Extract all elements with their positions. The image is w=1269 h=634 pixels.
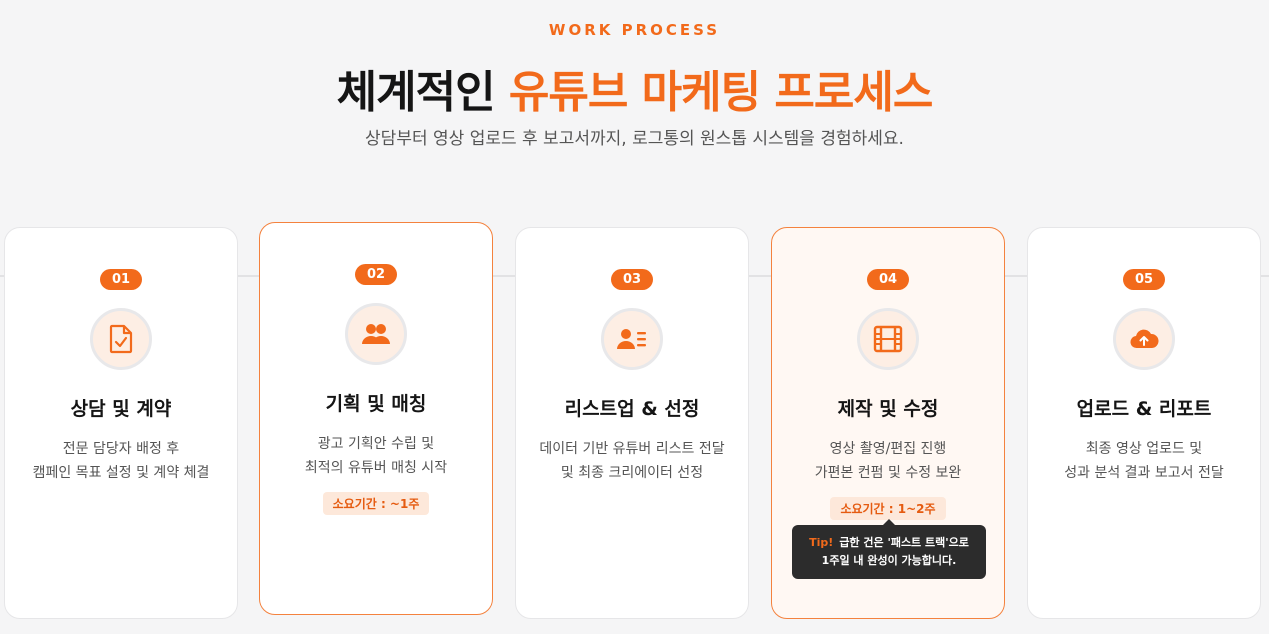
step-number-badge: 04: [867, 269, 909, 290]
section-subtitle: 상담부터 영상 업로드 후 보고서까지, 로그통의 원스톱 시스템을 경험하세요…: [365, 129, 904, 149]
process-card-05: 05 업로드 & 리포트 최종 영상 업로드 및 성과 분석 결과 보고서 전달: [1027, 227, 1261, 619]
step-title: 제작 및 수정: [837, 398, 939, 420]
tip-label: Tip!: [809, 536, 834, 549]
process-card-03: 03 리스트업 & 선정 데이터 기반 유튜버 리스트 전달 및 최종 크리에이…: [515, 227, 749, 619]
process-card-01: 01 상담 및 계약 전문 담당자 배정 후 캠페인 목표 설정 및 계약 체결: [4, 227, 238, 619]
section-eyebrow: WORK PROCESS: [548, 21, 721, 39]
tip-line-2: 1주일 내 완성이 가능합니다.: [821, 554, 957, 567]
film-icon: [857, 308, 919, 370]
title-main: 체계적인: [336, 67, 496, 118]
duration-badge: 소요기간 : ~1주: [322, 492, 430, 515]
duration-badge: 소요기간 : 1~2주: [830, 497, 946, 520]
users-icon: [345, 303, 407, 365]
step-title: 기획 및 매칭: [325, 393, 427, 415]
section-title: 체계적인 유튜브 마케팅 프로세스: [0, 56, 1269, 120]
step-number-badge: 03: [611, 269, 653, 290]
cloud-upload-icon: [1113, 308, 1175, 370]
step-description: 광고 기획안 수립 및 최적의 유튜버 매칭 시작: [304, 436, 448, 476]
document-check-icon: [90, 308, 152, 370]
title-accent: 유튜브 마케팅 프로세스: [508, 67, 933, 118]
process-card-02: 02 기획 및 매칭 광고 기획안 수립 및 최적의 유튜버 매칭 시작 소요기…: [259, 222, 493, 615]
step-description: 영상 촬영/편집 진행 가편본 컨펌 및 수정 보완: [814, 441, 962, 481]
step-number-badge: 05: [1123, 269, 1165, 290]
step-description: 전문 담당자 배정 후 캠페인 목표 설정 및 계약 체결: [32, 441, 210, 481]
step-title: 리스트업 & 선정: [564, 398, 700, 420]
step-number-badge: 02: [355, 264, 397, 285]
fast-track-tooltip: Tip! 급한 건은 '패스트 트랙'으로 1주일 내 완성이 가능합니다.: [792, 519, 986, 579]
step-description: 데이터 기반 유튜버 리스트 전달 및 최종 크리에이터 선정: [539, 441, 725, 481]
tip-line-1: 급한 건은 '패스트 트랙'으로: [839, 536, 969, 549]
step-title: 업로드 & 리포트: [1076, 398, 1212, 420]
contact-list-icon: [601, 308, 663, 370]
step-title: 상담 및 계약: [70, 398, 172, 420]
step-description: 최종 영상 업로드 및 성과 분석 결과 보고서 전달: [1064, 441, 1224, 481]
step-number-badge: 01: [100, 269, 142, 290]
